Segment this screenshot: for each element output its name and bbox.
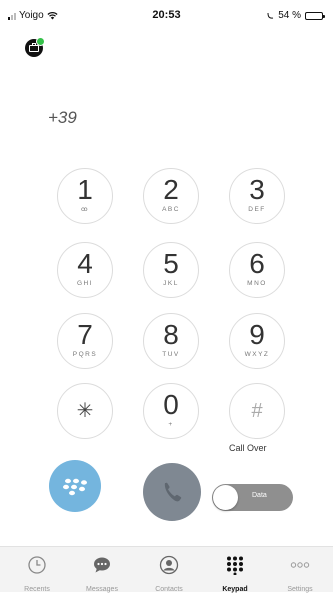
key-digit: 8 (163, 319, 179, 350)
key-letters: PQRS (72, 351, 98, 358)
key-letters: GHI (76, 280, 94, 287)
voicemail-icon: ꝏ (80, 206, 90, 213)
chat-bubble-icon (94, 557, 110, 573)
key-letters: ABC (162, 206, 180, 213)
key-7[interactable]: 7 PQRS (57, 313, 113, 369)
key-6[interactable]: 6 MNO (229, 242, 285, 298)
blackberry-logo-icon (63, 478, 87, 496)
battery-percent: 54 % (278, 10, 301, 21)
tab-contacts[interactable]: Contacts (139, 547, 199, 593)
tab-label: Contacts (155, 586, 183, 593)
charging-icon (267, 12, 274, 19)
key-star[interactable]: ✳ (57, 383, 113, 439)
key-0[interactable]: 0 + (143, 383, 199, 439)
clock-icon (28, 556, 46, 574)
tab-label: Keypad (222, 586, 248, 593)
tab-bar: Recents Messages Contacts Keypad Setting… (0, 546, 333, 593)
key-letters: TUV (162, 351, 180, 358)
key-digit: 3 (249, 174, 265, 205)
key-digit: 5 (163, 248, 179, 279)
status-bar: Yoigo 20:53 54 % (0, 0, 333, 30)
phone-icon (164, 482, 182, 502)
more-dots-icon (290, 562, 310, 568)
tab-messages[interactable]: Messages (72, 547, 132, 593)
toggle-text: Data (252, 492, 267, 499)
key-letters: JKL (163, 280, 179, 287)
tab-settings[interactable]: Settings (270, 547, 330, 593)
key-1[interactable]: 1 ꝏ (57, 168, 113, 224)
key-2[interactable]: 2 ABC (143, 168, 199, 224)
hash-icon: # (251, 400, 263, 422)
key-5[interactable]: 5 JKL (143, 242, 199, 298)
key-8[interactable]: 8 TUV (143, 313, 199, 369)
dialed-number: +39 (48, 108, 77, 127)
key-9[interactable]: 9 WXYZ (229, 313, 285, 369)
online-status-dot (36, 37, 45, 46)
briefcase-icon[interactable] (25, 37, 45, 57)
key-digit: 0 (163, 389, 179, 420)
key-3[interactable]: 3 DEF (229, 168, 285, 224)
battery-group: 54 % (267, 10, 325, 21)
key-digit: 4 (77, 248, 93, 279)
toggle-knob[interactable] (213, 485, 238, 510)
key-digit: 7 (77, 319, 93, 350)
key-digit: 9 (249, 319, 265, 350)
tab-keypad[interactable]: Keypad (205, 547, 265, 593)
key-digit: 2 (163, 174, 179, 205)
key-hash[interactable]: # (229, 383, 285, 439)
tab-label: Settings (287, 586, 313, 593)
key-digit: 6 (249, 248, 265, 279)
key-4[interactable]: 4 GHI (57, 242, 113, 298)
keypad-icon (227, 556, 243, 575)
call-button[interactable] (143, 463, 201, 521)
tab-label: Messages (86, 586, 118, 593)
key-letters: MNO (247, 280, 267, 287)
tab-recents[interactable]: Recents (7, 547, 67, 593)
tab-label: Recents (24, 586, 50, 593)
call-over-toggle[interactable]: Data (212, 484, 293, 511)
key-letters: + (168, 421, 174, 428)
asterisk-icon: ✳ (76, 400, 94, 422)
key-letters: WXYZ (244, 351, 270, 358)
key-digit: 1 (77, 174, 93, 205)
call-over-label: Call Over (229, 443, 267, 453)
key-letters: DEF (248, 206, 266, 213)
battery-icon (305, 11, 325, 20)
contact-icon (159, 555, 179, 575)
blackberry-button[interactable] (49, 460, 101, 512)
